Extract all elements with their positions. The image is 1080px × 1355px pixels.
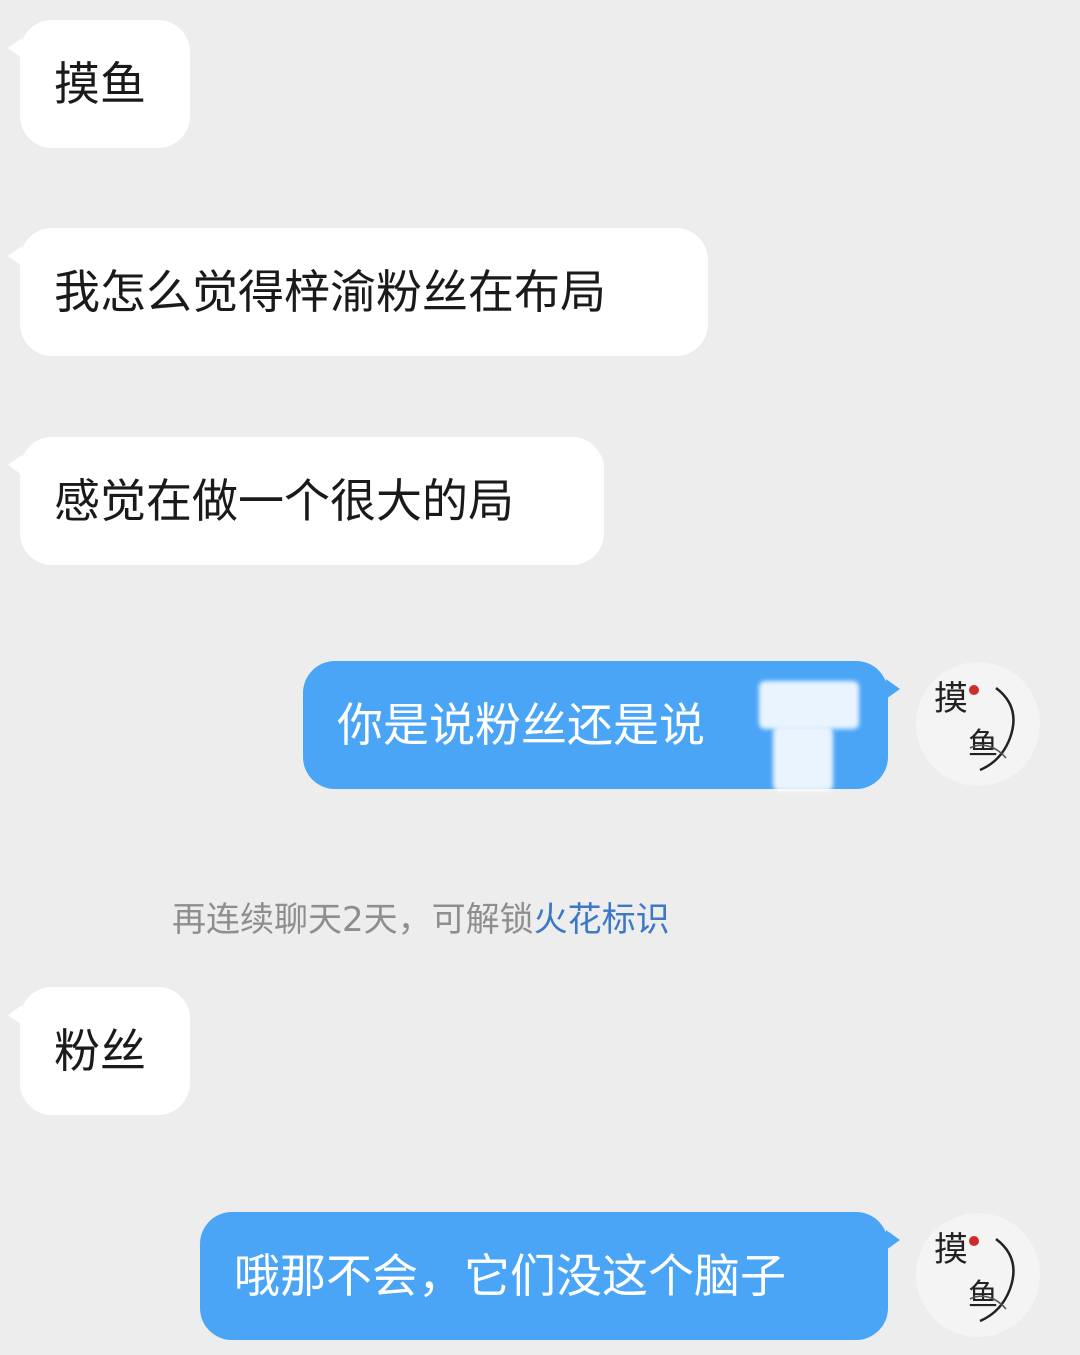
message-text: 感觉在做一个很大的局 <box>54 474 514 528</box>
incoming-message[interactable]: 摸鱼 <box>8 20 190 148</box>
avatar[interactable]: 摸 鱼 <box>916 662 1040 786</box>
system-notice: 再连续聊天2天，可解锁火花标识 <box>172 892 670 941</box>
incoming-message[interactable]: 粉丝 <box>8 987 190 1115</box>
message-text: 我怎么觉得梓渝粉丝在布局 <box>54 265 606 319</box>
avatar-text-top: 摸 <box>934 679 968 719</box>
redaction-block <box>773 727 833 791</box>
message-text: 摸鱼 <box>54 57 146 111</box>
incoming-message[interactable]: 我怎么觉得梓渝粉丝在布局 <box>8 228 708 356</box>
incoming-message[interactable]: 感觉在做一个很大的局 <box>8 437 604 565</box>
message-text: 哦那不会，它们没这个脑子 <box>234 1249 786 1303</box>
outgoing-message[interactable]: 你是说粉丝还是说 <box>303 661 900 791</box>
avatar-text-top: 摸 <box>934 1230 968 1270</box>
spark-badge-link[interactable]: 火花标识 <box>534 900 670 940</box>
redaction-block <box>759 681 859 729</box>
avatar-logo-icon: 摸 鱼 <box>934 679 1015 772</box>
avatar-logo-icon: 摸 鱼 <box>934 1230 1015 1323</box>
system-notice-text: 再连续聊天2天，可解锁 <box>172 900 534 940</box>
avatar[interactable]: 摸 鱼 <box>916 1213 1040 1337</box>
outgoing-message[interactable]: 哦那不会，它们没这个脑子 <box>200 1212 900 1340</box>
message-text: 粉丝 <box>54 1024 146 1078</box>
